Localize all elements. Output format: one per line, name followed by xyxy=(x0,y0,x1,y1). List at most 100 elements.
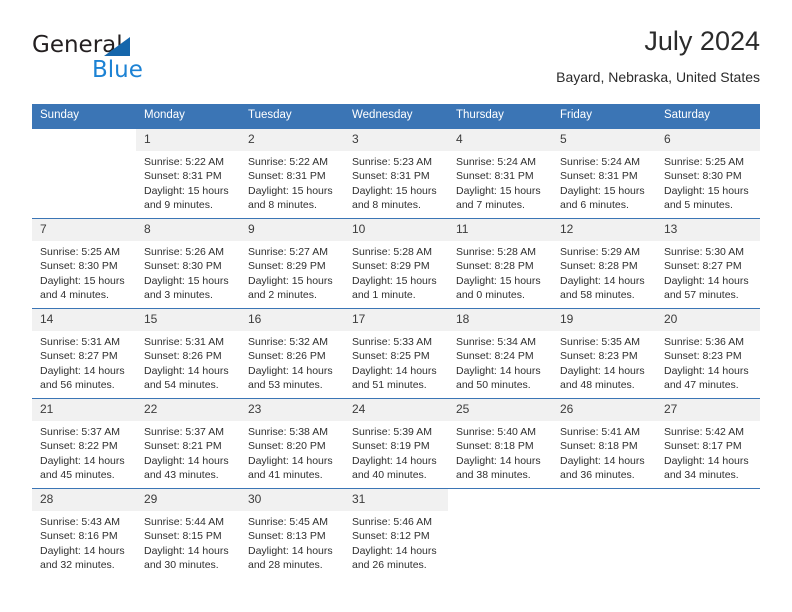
calendar-day-cell[interactable]: 1 Sunrise: 5:22 AM Sunset: 8:31 PM Dayli… xyxy=(136,128,240,219)
sunset-text: Sunset: 8:26 PM xyxy=(144,350,222,363)
daylight-text-line1: Daylight: 15 hours xyxy=(40,274,125,287)
sunrise-text: Sunrise: 5:41 AM xyxy=(560,426,640,438)
calendar-day-cell[interactable]: 17 Sunrise: 5:33 AM Sunset: 8:25 PM Dayl… xyxy=(344,308,448,399)
day-details: Sunrise: 5:22 AM Sunset: 8:31 PM Dayligh… xyxy=(240,151,344,212)
sunset-text: Sunset: 8:21 PM xyxy=(144,440,222,453)
calendar-day-cell[interactable]: 3 Sunrise: 5:23 AM Sunset: 8:31 PM Dayli… xyxy=(344,128,448,219)
day-number: 11 xyxy=(448,219,552,241)
daylight-text-line1: Daylight: 14 hours xyxy=(144,364,229,377)
calendar-day-cell[interactable]: 22 Sunrise: 5:37 AM Sunset: 8:21 PM Dayl… xyxy=(136,398,240,489)
day-details: Sunrise: 5:22 AM Sunset: 8:31 PM Dayligh… xyxy=(136,151,240,212)
day-number: 21 xyxy=(32,399,136,421)
day-number: 17 xyxy=(344,309,448,331)
calendar-day-cell[interactable]: 19 Sunrise: 5:35 AM Sunset: 8:23 PM Dayl… xyxy=(552,308,656,399)
calendar-week-row: 1 Sunrise: 5:22 AM Sunset: 8:31 PM Dayli… xyxy=(32,128,760,219)
sunset-text: Sunset: 8:29 PM xyxy=(352,260,430,273)
daylight-text-line2: and 7 minutes. xyxy=(456,198,525,211)
daylight-text-line1: Daylight: 15 hours xyxy=(560,184,645,197)
daylight-text-line1: Daylight: 15 hours xyxy=(456,274,541,287)
calendar-day-cell[interactable]: 30 Sunrise: 5:45 AM Sunset: 8:13 PM Dayl… xyxy=(240,488,344,578)
calendar-day-cell[interactable]: 4 Sunrise: 5:24 AM Sunset: 8:31 PM Dayli… xyxy=(448,128,552,219)
calendar-day-cell[interactable]: 14 Sunrise: 5:31 AM Sunset: 8:27 PM Dayl… xyxy=(32,308,136,399)
calendar-day-cell[interactable]: 21 Sunrise: 5:37 AM Sunset: 8:22 PM Dayl… xyxy=(32,398,136,489)
sunrise-text: Sunrise: 5:37 AM xyxy=(40,426,120,438)
day-number: 5 xyxy=(552,129,656,151)
daylight-text-line1: Daylight: 14 hours xyxy=(560,454,645,467)
day-details: Sunrise: 5:31 AM Sunset: 8:26 PM Dayligh… xyxy=(136,331,240,392)
day-details: Sunrise: 5:25 AM Sunset: 8:30 PM Dayligh… xyxy=(32,241,136,302)
daylight-text-line2: and 47 minutes. xyxy=(664,378,739,391)
day-number: 9 xyxy=(240,219,344,241)
weekday-header-monday: Monday xyxy=(136,104,240,129)
calendar-day-cell[interactable]: 16 Sunrise: 5:32 AM Sunset: 8:26 PM Dayl… xyxy=(240,308,344,399)
day-details: Sunrise: 5:37 AM Sunset: 8:22 PM Dayligh… xyxy=(32,421,136,482)
sunrise-text: Sunrise: 5:30 AM xyxy=(664,246,744,258)
calendar-day-cell[interactable]: 18 Sunrise: 5:34 AM Sunset: 8:24 PM Dayl… xyxy=(448,308,552,399)
day-details: Sunrise: 5:23 AM Sunset: 8:31 PM Dayligh… xyxy=(344,151,448,212)
calendar-day-cell[interactable]: 7 Sunrise: 5:25 AM Sunset: 8:30 PM Dayli… xyxy=(32,218,136,309)
daylight-text-line1: Daylight: 15 hours xyxy=(144,274,229,287)
daylight-text-line1: Daylight: 15 hours xyxy=(248,274,333,287)
sunrise-text: Sunrise: 5:34 AM xyxy=(456,336,536,348)
daylight-text-line2: and 53 minutes. xyxy=(248,378,323,391)
sunrise-text: Sunrise: 5:45 AM xyxy=(248,516,328,528)
daylight-text-line2: and 26 minutes. xyxy=(352,558,427,571)
day-number xyxy=(552,489,656,511)
daylight-text-line1: Daylight: 15 hours xyxy=(248,184,333,197)
calendar-grid: Sunday Monday Tuesday Wednesday Thursday… xyxy=(32,104,760,578)
daylight-text-line2: and 28 minutes. xyxy=(248,558,323,571)
calendar-day-cell[interactable]: 23 Sunrise: 5:38 AM Sunset: 8:20 PM Dayl… xyxy=(240,398,344,489)
calendar-day-cell[interactable]: 20 Sunrise: 5:36 AM Sunset: 8:23 PM Dayl… xyxy=(656,308,760,399)
calendar-day-cell[interactable]: 9 Sunrise: 5:27 AM Sunset: 8:29 PM Dayli… xyxy=(240,218,344,309)
day-number: 23 xyxy=(240,399,344,421)
calendar-day-cell[interactable]: 27 Sunrise: 5:42 AM Sunset: 8:17 PM Dayl… xyxy=(656,398,760,489)
calendar-day-cell[interactable]: 31 Sunrise: 5:46 AM Sunset: 8:12 PM Dayl… xyxy=(344,488,448,578)
daylight-text-line2: and 30 minutes. xyxy=(144,558,219,571)
calendar-day-cell[interactable]: 24 Sunrise: 5:39 AM Sunset: 8:19 PM Dayl… xyxy=(344,398,448,489)
day-details: Sunrise: 5:32 AM Sunset: 8:26 PM Dayligh… xyxy=(240,331,344,392)
day-number: 16 xyxy=(240,309,344,331)
sunset-text: Sunset: 8:24 PM xyxy=(456,350,534,363)
calendar-day-cell[interactable]: 11 Sunrise: 5:28 AM Sunset: 8:28 PM Dayl… xyxy=(448,218,552,309)
calendar-day-cell[interactable]: 2 Sunrise: 5:22 AM Sunset: 8:31 PM Dayli… xyxy=(240,128,344,219)
calendar-day-cell[interactable]: 12 Sunrise: 5:29 AM Sunset: 8:28 PM Dayl… xyxy=(552,218,656,309)
calendar-day-cell[interactable]: 26 Sunrise: 5:41 AM Sunset: 8:18 PM Dayl… xyxy=(552,398,656,489)
daylight-text-line1: Daylight: 14 hours xyxy=(560,274,645,287)
daylight-text-line1: Daylight: 14 hours xyxy=(40,364,125,377)
general-blue-logo[interactable]: General Blue xyxy=(32,32,192,88)
sunrise-text: Sunrise: 5:25 AM xyxy=(40,246,120,258)
day-number xyxy=(448,489,552,511)
day-details: Sunrise: 5:25 AM Sunset: 8:30 PM Dayligh… xyxy=(656,151,760,212)
calendar-day-cell[interactable]: 25 Sunrise: 5:40 AM Sunset: 8:18 PM Dayl… xyxy=(448,398,552,489)
sunset-text: Sunset: 8:29 PM xyxy=(248,260,326,273)
calendar-day-cell[interactable]: 5 Sunrise: 5:24 AM Sunset: 8:31 PM Dayli… xyxy=(552,128,656,219)
calendar-day-cell[interactable]: 8 Sunrise: 5:26 AM Sunset: 8:30 PM Dayli… xyxy=(136,218,240,309)
day-number: 22 xyxy=(136,399,240,421)
calendar-day-cell[interactable]: 10 Sunrise: 5:28 AM Sunset: 8:29 PM Dayl… xyxy=(344,218,448,309)
calendar-week-row: 14 Sunrise: 5:31 AM Sunset: 8:27 PM Dayl… xyxy=(32,308,760,399)
calendar-day-cell[interactable]: 29 Sunrise: 5:44 AM Sunset: 8:15 PM Dayl… xyxy=(136,488,240,578)
sunrise-text: Sunrise: 5:46 AM xyxy=(352,516,432,528)
calendar-day-cell[interactable]: 13 Sunrise: 5:30 AM Sunset: 8:27 PM Dayl… xyxy=(656,218,760,309)
sunset-text: Sunset: 8:12 PM xyxy=(352,530,430,543)
day-details: Sunrise: 5:30 AM Sunset: 8:27 PM Dayligh… xyxy=(656,241,760,302)
daylight-text-line2: and 48 minutes. xyxy=(560,378,635,391)
day-number: 28 xyxy=(32,489,136,511)
calendar-day-cell[interactable]: 28 Sunrise: 5:43 AM Sunset: 8:16 PM Dayl… xyxy=(32,488,136,578)
weekday-header-thursday: Thursday xyxy=(448,104,552,129)
calendar-page: General Blue July 2024 Bayard, Nebraska,… xyxy=(0,0,792,612)
calendar-day-cell[interactable]: 15 Sunrise: 5:31 AM Sunset: 8:26 PM Dayl… xyxy=(136,308,240,399)
sunset-text: Sunset: 8:30 PM xyxy=(664,170,742,183)
day-number: 30 xyxy=(240,489,344,511)
logo-triangle-icon xyxy=(104,37,130,56)
day-number: 19 xyxy=(552,309,656,331)
daylight-text-line2: and 4 minutes. xyxy=(40,288,109,301)
calendar-body: 1 Sunrise: 5:22 AM Sunset: 8:31 PM Dayli… xyxy=(32,128,760,578)
day-details: Sunrise: 5:26 AM Sunset: 8:30 PM Dayligh… xyxy=(136,241,240,302)
calendar-day-cell[interactable]: 6 Sunrise: 5:25 AM Sunset: 8:30 PM Dayli… xyxy=(656,128,760,219)
day-number: 31 xyxy=(344,489,448,511)
daylight-text-line2: and 8 minutes. xyxy=(248,198,317,211)
day-details: Sunrise: 5:29 AM Sunset: 8:28 PM Dayligh… xyxy=(552,241,656,302)
day-number: 1 xyxy=(136,129,240,151)
day-number: 2 xyxy=(240,129,344,151)
